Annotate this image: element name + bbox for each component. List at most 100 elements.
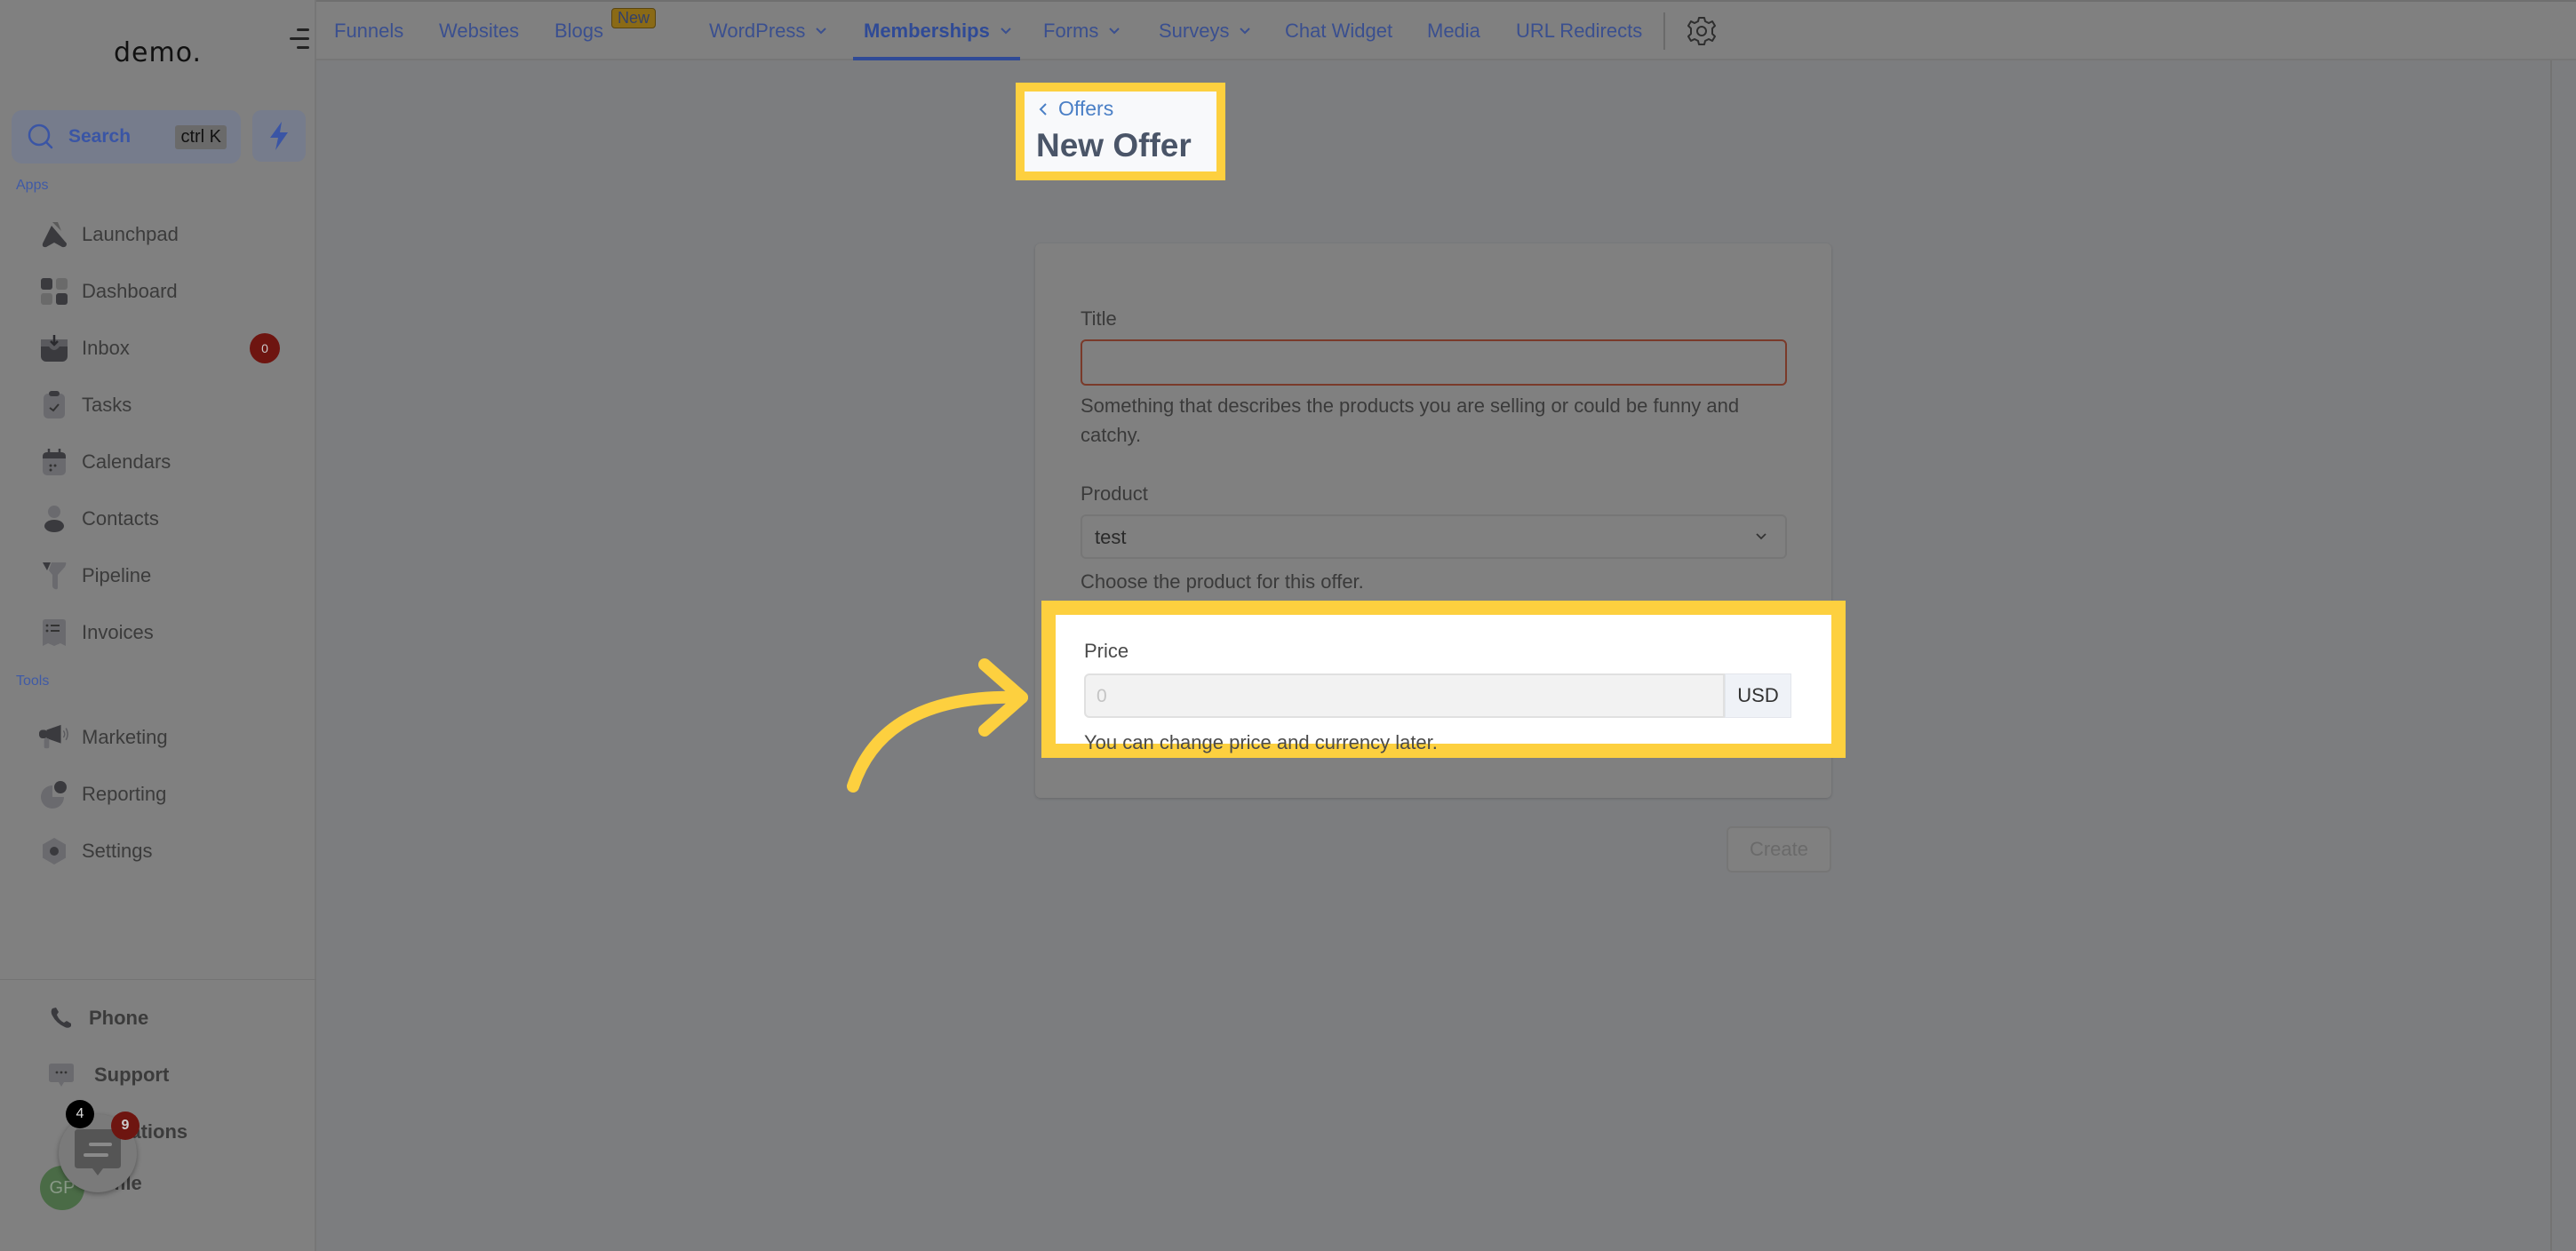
tab-label: Memberships bbox=[864, 20, 990, 42]
page-title: New Offer bbox=[1036, 127, 1192, 163]
back-link-label: Offers bbox=[1058, 97, 1114, 120]
funnel-icon bbox=[39, 561, 69, 591]
sidebar-item-dashboard[interactable]: Dashboard bbox=[39, 274, 178, 309]
sidebar-item-calendars[interactable]: Calendars bbox=[39, 444, 171, 480]
chevron-left-icon bbox=[1039, 102, 1047, 116]
price-section: Price 0 USD You can change price and cur… bbox=[1056, 615, 1831, 753]
tab-label: Funnels bbox=[334, 20, 404, 42]
chevron-down-icon bbox=[816, 28, 827, 35]
create-button[interactable]: Create bbox=[1727, 826, 1831, 873]
logo[interactable]: demo. bbox=[114, 37, 202, 68]
sidebar-item-label: Marketing bbox=[82, 726, 168, 748]
tab-label: Chat Widget bbox=[1285, 20, 1393, 42]
sidebar-item-reporting[interactable]: Reporting bbox=[39, 777, 166, 812]
person-icon bbox=[39, 504, 69, 534]
search-icon bbox=[28, 124, 53, 149]
clipboard-icon bbox=[39, 390, 69, 420]
notifications-count-badge: 4 bbox=[66, 1100, 94, 1128]
title-label: Title bbox=[1081, 307, 1117, 330]
price-placeholder: 0 bbox=[1097, 686, 1107, 706]
tab-memberships[interactable]: Memberships bbox=[864, 20, 1011, 43]
chevron-down-icon bbox=[1109, 28, 1121, 35]
chat-count-badge: 9 bbox=[111, 1112, 140, 1140]
tab-surveys[interactable]: Surveys bbox=[1159, 20, 1251, 43]
product-help-text: Choose the product for this offer. bbox=[1081, 570, 1364, 593]
tab-label: WordPress bbox=[709, 20, 806, 42]
tab-chat-widget[interactable]: Chat Widget bbox=[1285, 20, 1392, 43]
search-label: Search bbox=[68, 126, 132, 147]
apps-section-label: Apps bbox=[16, 178, 49, 193]
rocket-icon bbox=[39, 219, 69, 250]
tab-label: Forms bbox=[1043, 20, 1099, 42]
search-shortcut: ctrl K bbox=[175, 125, 227, 149]
sidebar-item-label: Settings bbox=[82, 840, 153, 862]
price-help-text: You can change price and currency later. bbox=[1084, 731, 1438, 753]
header-highlight: Offers New Offer bbox=[1016, 83, 1225, 180]
chevron-down-icon bbox=[1240, 28, 1251, 35]
tab-forms[interactable]: Forms bbox=[1043, 20, 1121, 43]
page-header: Offers New Offer bbox=[1025, 92, 1216, 171]
new-badge: New bbox=[611, 8, 657, 28]
chat-icon bbox=[46, 1060, 76, 1090]
inbox-count-badge: 0 bbox=[250, 333, 280, 363]
settings-icon bbox=[39, 836, 69, 866]
sidebar-item-marketing[interactable]: Marketing bbox=[39, 720, 168, 755]
sidebar-item-support[interactable]: Support bbox=[46, 1057, 169, 1093]
tab-label: Websites bbox=[439, 20, 520, 42]
content-border bbox=[2550, 60, 2552, 1251]
tab-blogs[interactable]: Blogs bbox=[554, 20, 603, 43]
sidebar-item-label: Launchpad bbox=[82, 223, 179, 245]
grid-icon bbox=[39, 276, 69, 307]
sidebar: demo. Search ctrl K Apps Launchpad Dashb… bbox=[0, 0, 316, 1251]
sidebar-item-phone[interactable]: Phone bbox=[46, 1000, 148, 1036]
tab-funnels[interactable]: Funnels bbox=[334, 20, 403, 43]
tab-websites[interactable]: Websites bbox=[439, 20, 519, 43]
sidebar-item-label: Tasks bbox=[82, 394, 132, 416]
tab-label: Surveys bbox=[1159, 20, 1230, 42]
tab-label: Media bbox=[1427, 20, 1480, 42]
collapse-menu-icon[interactable] bbox=[290, 28, 309, 50]
product-label: Product bbox=[1081, 482, 1148, 505]
title-help-text: Something that describes the products yo… bbox=[1081, 394, 1740, 446]
sidebar-item-label: Support bbox=[94, 1064, 170, 1086]
sidebar-item-inbox[interactable]: Inbox bbox=[39, 331, 130, 366]
quick-actions-button[interactable] bbox=[252, 110, 306, 162]
sidebar-item-label: Contacts bbox=[82, 507, 159, 530]
sidebar-item-settings[interactable]: Settings bbox=[39, 833, 153, 869]
lightning-icon bbox=[270, 122, 288, 150]
back-to-offers-link[interactable]: Offers bbox=[1039, 97, 1113, 121]
calendar-icon bbox=[39, 447, 69, 477]
price-input[interactable]: 0 bbox=[1084, 673, 1725, 718]
price-label: Price bbox=[1084, 640, 1129, 662]
top-navigation: Funnels Websites Blogs New WordPress Mem… bbox=[316, 0, 2576, 60]
nav-separator bbox=[1663, 12, 1665, 50]
sidebar-item-launchpad[interactable]: Launchpad bbox=[39, 217, 179, 252]
title-input[interactable] bbox=[1081, 339, 1787, 386]
tab-media[interactable]: Media bbox=[1427, 20, 1480, 43]
sidebar-item-label: Reporting bbox=[82, 783, 167, 805]
chevron-down-icon bbox=[1001, 28, 1011, 35]
sidebar-item-pipeline[interactable]: Pipeline bbox=[39, 558, 151, 594]
tab-wordpress[interactable]: WordPress bbox=[709, 20, 827, 43]
chevron-down-icon bbox=[1756, 533, 1767, 540]
tab-label: URL Redirects bbox=[1516, 20, 1643, 42]
sidebar-item-contacts[interactable]: Contacts bbox=[39, 501, 159, 537]
price-highlight: Price 0 USD You can change price and cur… bbox=[1041, 601, 1846, 758]
inbox-icon bbox=[39, 333, 69, 363]
sidebar-item-label: Pipeline bbox=[82, 564, 152, 586]
product-selected-value: test bbox=[1095, 526, 1127, 548]
tab-url-redirects[interactable]: URL Redirects bbox=[1516, 20, 1642, 43]
currency-addon: USD bbox=[1725, 673, 1791, 718]
gear-icon[interactable] bbox=[1687, 16, 1717, 46]
sidebar-item-label: Calendars bbox=[82, 450, 171, 473]
sidebar-item-label: Dashboard bbox=[82, 280, 178, 302]
annotation-arrow-icon bbox=[847, 658, 1028, 793]
sidebar-item-label: Phone bbox=[89, 1007, 149, 1029]
megaphone-icon bbox=[39, 722, 69, 753]
tools-section-label: Tools bbox=[16, 673, 50, 689]
product-select[interactable]: test bbox=[1081, 514, 1787, 559]
pie-chart-icon bbox=[39, 779, 69, 809]
sidebar-item-tasks[interactable]: Tasks bbox=[39, 387, 132, 423]
search-button[interactable]: Search ctrl K bbox=[12, 110, 241, 163]
sidebar-item-invoices[interactable]: Invoices bbox=[39, 615, 154, 650]
